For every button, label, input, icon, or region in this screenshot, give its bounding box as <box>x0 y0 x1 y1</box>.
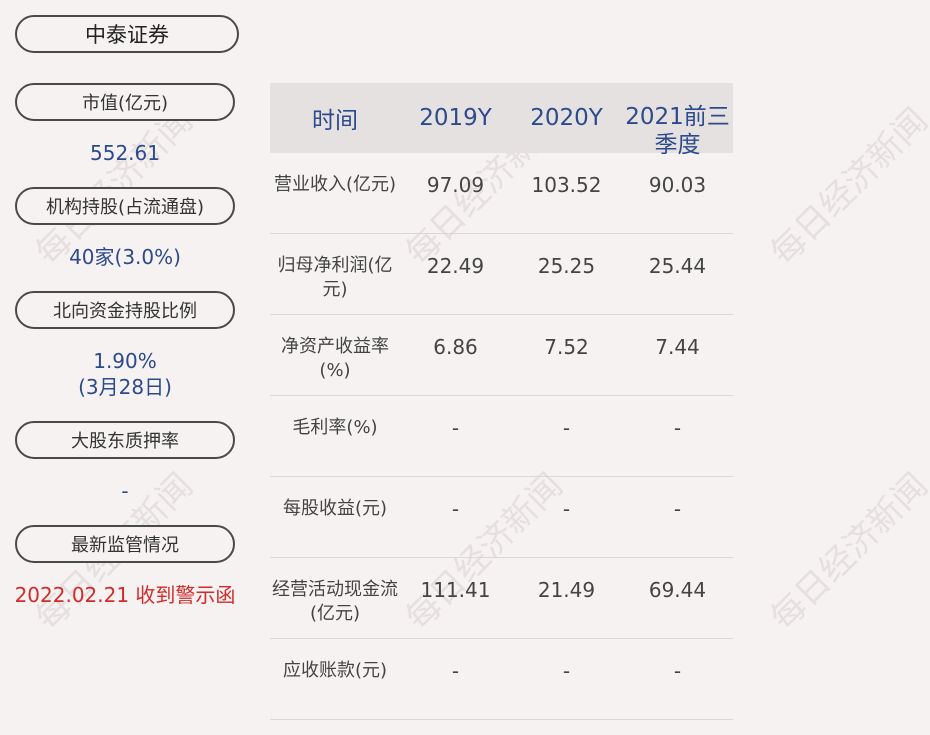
institutional-holding-label: 机构持股(占流通盘) <box>15 187 235 225</box>
northbound-holding-label: 北向资金持股比例 <box>15 291 235 329</box>
cell-value: 90.03 <box>648 173 707 197</box>
table-row: 应收账款(元) - - - <box>270 639 733 720</box>
cell-value: - <box>451 497 460 521</box>
row-label: 净资产收益率(%) <box>281 336 389 381</box>
cell-value: 7.52 <box>544 335 589 359</box>
cell-value: - <box>451 659 460 683</box>
cell-value: 25.44 <box>648 254 707 278</box>
company-name: 中泰证券 <box>15 15 239 53</box>
header-2021q3: 2021前三季度 <box>625 104 730 158</box>
cell-value: 111.41 <box>420 578 491 602</box>
regulatory-status-label: 最新监管情况 <box>15 525 235 563</box>
row-label: 经营活动现金流(亿元) <box>272 579 398 624</box>
cell-value: 22.49 <box>426 254 485 278</box>
cell-value: - <box>562 659 571 683</box>
cell-value: 7.44 <box>655 335 700 359</box>
cell-value: - <box>562 416 571 440</box>
table-row: 每股收益(元) - - - <box>270 477 733 558</box>
regulatory-status-value: 2022.02.21 收到警示函 <box>14 583 236 607</box>
cell-value: - <box>673 659 682 683</box>
header-time: 时间 <box>312 108 358 134</box>
header-2019: 2019Y <box>419 105 492 131</box>
row-label: 毛利率(%) <box>292 417 378 438</box>
market-cap-label: 市值(亿元) <box>15 83 235 121</box>
cell-value: - <box>562 497 571 521</box>
table-row: 毛利率(%) - - - <box>270 396 733 477</box>
header-2020: 2020Y <box>530 105 603 131</box>
cell-value: - <box>673 416 682 440</box>
cell-value: 69.44 <box>648 578 707 602</box>
row-label: 归母净利润(亿元) <box>277 255 393 300</box>
cell-value: 21.49 <box>537 578 596 602</box>
cell-value: - <box>673 497 682 521</box>
row-label: 每股收益(元) <box>282 498 388 519</box>
cell-value: 103.52 <box>531 173 602 197</box>
row-label: 应收账款(元) <box>282 660 388 681</box>
watermark: 每日经济新闻 <box>763 100 930 274</box>
northbound-holding-value: 1.90% <box>93 349 157 373</box>
pledge-ratio-value: - <box>121 479 129 503</box>
cell-value: - <box>451 416 460 440</box>
table-header: 时间 2019Y 2020Y 2021前三季度 <box>270 83 733 158</box>
watermark: 每日经济新闻 <box>763 465 930 639</box>
market-cap-value: 552.61 <box>90 141 160 165</box>
cell-value: 6.86 <box>433 335 478 359</box>
cell-value: 25.25 <box>537 254 596 278</box>
row-label: 营业收入(亿元) <box>273 174 397 195</box>
cell-value: 97.09 <box>426 173 485 197</box>
table-row: 净资产收益率(%) 6.86 7.52 7.44 <box>270 315 733 396</box>
institutional-holding-value: 40家(3.0%) <box>69 245 181 269</box>
table-row: 归母净利润(亿元) 22.49 25.25 25.44 <box>270 234 733 315</box>
northbound-holding-date: (3月28日) <box>78 375 172 399</box>
financial-table: 时间 2019Y 2020Y 2021前三季度 营业收入(亿元) 97.09 1… <box>270 83 733 720</box>
pledge-ratio-label: 大股东质押率 <box>15 421 235 459</box>
table-row: 经营活动现金流(亿元) 111.41 21.49 69.44 <box>270 558 733 639</box>
table-row: 营业收入(亿元) 97.09 103.52 90.03 <box>270 153 733 234</box>
